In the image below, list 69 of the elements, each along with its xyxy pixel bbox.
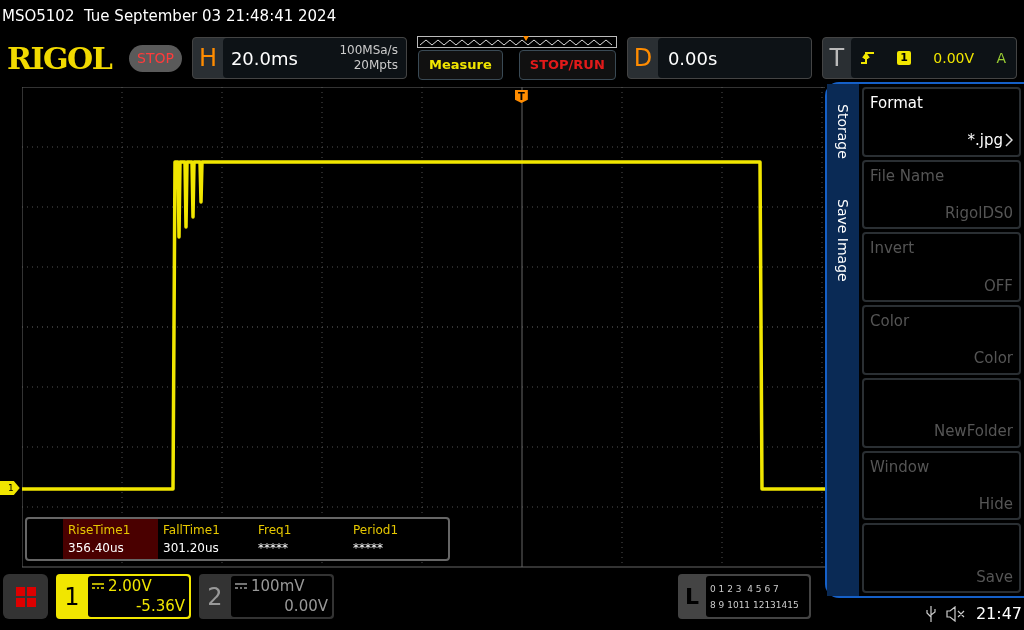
status-line: MSO5102 Tue September 03 21:48:41 2024 xyxy=(2,5,337,27)
trigger-mode: A xyxy=(996,48,1006,68)
measurement-value: ***** xyxy=(353,540,384,557)
channel-marker[interactable]: 1 xyxy=(0,481,20,495)
channel-number: 2 xyxy=(206,581,224,613)
trigger-level: 0.00V xyxy=(933,48,975,68)
memory-depth: 20Mpts xyxy=(353,58,398,73)
trigger-source-badge: 1 xyxy=(897,51,911,65)
clock-time: 21:47 xyxy=(975,603,1022,625)
trigger-position-marker[interactable]: T xyxy=(515,90,528,103)
measurement-label: RiseTime1 xyxy=(68,522,132,539)
option-label: Color xyxy=(870,311,911,331)
trigger-label: T xyxy=(828,43,846,74)
logic-panel[interactable]: L 0 1 2 3 4 5 6 7 8 9 1011 12131415 xyxy=(678,574,811,619)
stop-run-button[interactable]: STOP/RUN xyxy=(518,50,616,80)
dc-coupling-icon xyxy=(92,583,104,589)
horizontal-panel[interactable]: H 20.0ms 100MSa/s 20Mpts xyxy=(191,37,407,79)
channel-panel[interactable]: 1 2.00V -5.36V xyxy=(56,574,191,619)
logo: RIGOL xyxy=(7,39,113,78)
option-value: Color xyxy=(973,348,1013,370)
option-value: Save xyxy=(976,566,1013,588)
logic-channel-numbers: 8 9 1011 12131415 xyxy=(710,598,800,612)
measurement-label: Freq1 xyxy=(258,522,293,539)
muted-speaker-icon xyxy=(945,606,966,622)
measurement-item[interactable]: RiseTime1 356.40us xyxy=(63,519,158,559)
sample-rate: 100MSa/s xyxy=(339,43,398,58)
logic-label: L xyxy=(684,583,700,611)
timebase-value: 20.0ms xyxy=(230,46,298,71)
option-label: Format xyxy=(870,93,924,112)
channel-offset: 0.00V xyxy=(284,596,328,616)
option-value: Hide xyxy=(978,493,1013,515)
measure-button[interactable]: Measure xyxy=(418,50,503,80)
logic-channel-numbers: 0 1 2 3 4 5 6 7 xyxy=(710,582,780,596)
trigger-panel[interactable]: T 1 0.00V A xyxy=(821,37,1017,79)
measurement-item[interactable]: Freq1 ***** xyxy=(253,519,348,559)
channel-offset: -5.36V xyxy=(135,596,185,616)
channel-scale: 2.00V xyxy=(108,576,152,596)
delay-value: 0.00s xyxy=(667,46,718,71)
option-value: RigolDS0 xyxy=(944,202,1013,224)
measurement-value: 356.40us xyxy=(68,540,125,557)
side-tab[interactable]: Save Image xyxy=(833,198,853,282)
measurement-item[interactable]: FallTime1 301.20us xyxy=(158,519,253,559)
option-label: File Name xyxy=(870,165,946,185)
channel-number: 1 xyxy=(63,581,81,613)
option-label: Invert xyxy=(870,238,916,258)
measurement-label: Period1 xyxy=(353,522,400,539)
run-state-badge: STOP xyxy=(129,44,182,72)
channel-panel[interactable]: 2 100mV 0.00V xyxy=(199,574,334,619)
option-label: Window xyxy=(870,456,931,476)
measurement-label: FallTime1 xyxy=(163,522,221,539)
chevron-right-icon xyxy=(1005,133,1013,148)
usb-icon xyxy=(925,605,936,623)
rising-edge-icon xyxy=(860,51,875,65)
measurement-value: 301.20us xyxy=(163,540,220,557)
grid-menu-icon xyxy=(14,585,37,608)
option-value: OFF xyxy=(983,275,1013,297)
horizontal-label: H xyxy=(197,43,218,74)
delay-panel[interactable]: D 0.00s xyxy=(626,37,812,79)
measurement-value: ***** xyxy=(258,540,289,557)
side-tab[interactable]: Storage xyxy=(833,104,853,159)
delay-label: D xyxy=(632,43,654,74)
measurement-item[interactable]: Period1 ***** xyxy=(348,519,443,559)
menu-button[interactable] xyxy=(3,574,48,619)
menu-option-button[interactable]: Format *.jpg xyxy=(862,87,1021,157)
dc-coupling-icon xyxy=(235,583,247,589)
waveform-strip-icon xyxy=(416,36,617,48)
channel-scale: 100mV xyxy=(251,576,305,596)
option-value: NewFolder xyxy=(933,421,1013,443)
option-value: *.jpg xyxy=(967,130,1003,152)
